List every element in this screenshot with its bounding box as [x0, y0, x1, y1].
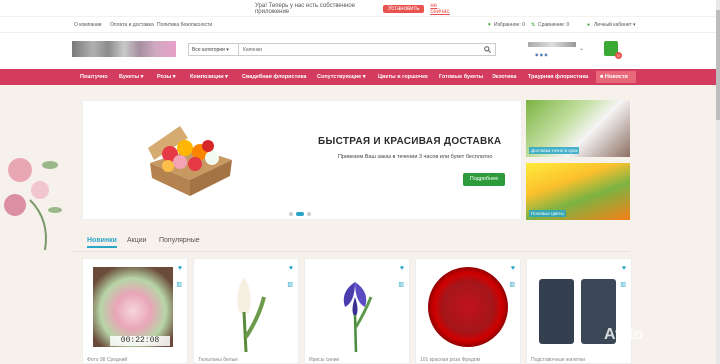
compare-icon[interactable]: ▥	[509, 281, 515, 288]
nav-item-wedding[interactable]: Свадебная флористика	[242, 74, 306, 80]
product-name[interactable]: 101 красная роза Фридом	[420, 357, 480, 363]
user-icon: ●	[587, 22, 591, 28]
compare-icon[interactable]: ▥	[287, 281, 293, 288]
countdown-timer: 00:22:08	[110, 336, 170, 346]
side-banner-label: Полевые цветы	[529, 210, 566, 217]
messenger-icons[interactable]: ◉ ◉ ◉	[535, 52, 548, 57]
product-name[interactable]: Тюльпаны белые	[198, 357, 238, 363]
heart-icon[interactable]: ♥	[511, 265, 515, 272]
nav-item-exotic[interactable]: Экзотика	[492, 74, 516, 80]
dismiss-link[interactable]: не сейчас	[430, 3, 455, 15]
nav-item-news[interactable]: ■ Новости	[596, 71, 636, 83]
news-label: Новости	[604, 74, 628, 80]
side-banner-label: Доставка точно в срок	[529, 147, 580, 154]
nav-item-single[interactable]: Поштучно	[80, 74, 108, 80]
side-banner-delivery[interactable]: Доставка точно в срок	[526, 100, 630, 157]
compare-icon[interactable]: ▥	[176, 281, 182, 288]
nav-item-related[interactable]: Сопутствующие ▾	[317, 74, 366, 80]
product-card[interactable]: ♥ ▥ Подставочные жилетки	[526, 258, 632, 364]
compare-icon[interactable]: ▥	[620, 281, 626, 288]
main-nav: Поштучно Букеты ▾ Розы ▾ Композиции ▾ Св…	[0, 69, 716, 85]
product-image	[237, 277, 266, 352]
search-input[interactable]: Капонки	[243, 47, 262, 53]
install-button[interactable]: Установить	[382, 5, 425, 13]
banner-message: Ура! Теперь у нас есть собственное прило…	[255, 3, 356, 15]
app-banner: Ура! Теперь у нас есть собственное прило…	[255, 3, 455, 15]
more-button[interactable]: Подробнее	[463, 173, 505, 186]
nav-item-potted[interactable]: Цветы в горшочке	[378, 74, 428, 80]
product-card[interactable]: ♥ ▥ Фото 98 Средний	[82, 258, 188, 364]
cart-count: 0	[615, 52, 622, 59]
link-about[interactable]: О компании	[74, 22, 102, 28]
slider-dot[interactable]	[307, 212, 311, 216]
watermark: Avito	[604, 326, 644, 343]
nav-item-ready[interactable]: Готовые букеты	[439, 74, 483, 80]
product-card[interactable]: ♥ ▥ Ирисы синие	[304, 258, 410, 364]
logo[interactable]	[72, 41, 176, 57]
nav-item-bouquets[interactable]: Букеты ▾	[119, 74, 143, 80]
slider-dot[interactable]	[289, 212, 293, 216]
product-image	[93, 267, 173, 347]
product-tabs: Новинки Акции Популярные	[72, 232, 630, 252]
heart-icon: ♥	[488, 22, 491, 28]
heart-icon[interactable]: ♥	[289, 265, 293, 272]
slide-title: БЫСТРАЯ И КРАСИВАЯ ДОСТАВКА	[318, 136, 502, 147]
product-name[interactable]: Фото 98 Средний	[87, 357, 127, 363]
product-image	[428, 267, 508, 347]
scrollbar-thumb[interactable]	[716, 10, 720, 120]
compare-link[interactable]: Сравнение: 0	[538, 22, 569, 28]
category-select[interactable]: Все категории ▾	[189, 44, 239, 55]
search-icon[interactable]	[484, 46, 491, 53]
slider-dot-active[interactable]	[296, 212, 304, 216]
top-bar: О компании Оплата и доставка Политика бе…	[0, 17, 716, 33]
tab-sales[interactable]: Акции	[127, 237, 147, 244]
favorites-link[interactable]: Избранное: 0	[494, 22, 525, 28]
side-banner-field[interactable]: Полевые цветы	[526, 163, 630, 220]
tab-new[interactable]: Новинки	[87, 237, 117, 248]
nav-item-compositions[interactable]: Композиции ▾	[190, 74, 228, 80]
nav-item-roses[interactable]: Розы ▾	[157, 74, 176, 80]
heart-icon[interactable]: ♥	[622, 265, 626, 272]
product-image	[343, 282, 373, 352]
slide-subtitle: Привезем Ваш заказ в течении 3 часов или…	[338, 154, 493, 160]
product-card[interactable]: ♥ ▥ 101 красная роза Фридом	[415, 258, 521, 364]
link-delivery[interactable]: Оплата и доставка	[110, 22, 154, 28]
chevron-down-icon[interactable]: ⌄	[579, 45, 584, 52]
search-bar: Все категории ▾ Капонки	[188, 43, 496, 56]
floral-decoration	[4, 158, 62, 251]
phone-number	[528, 42, 576, 47]
nav-item-funeral[interactable]: Траурная флористика	[528, 74, 588, 80]
flower-box-image	[148, 126, 232, 196]
compare-icon[interactable]: ▥	[398, 281, 404, 288]
product-card[interactable]: ♥ ▥ Тюльпаны белые	[193, 258, 299, 364]
category-label: Все категории	[192, 47, 225, 53]
product-image	[539, 279, 574, 344]
link-privacy[interactable]: Политика безопасности	[157, 22, 212, 28]
product-name[interactable]: Подставочные жилетки	[531, 357, 585, 363]
heart-icon[interactable]: ♥	[178, 265, 182, 272]
account-link[interactable]: Личный кабинет ▾	[594, 22, 636, 28]
compare-icon: ⇅	[531, 22, 536, 28]
tab-popular[interactable]: Популярные	[159, 237, 200, 244]
scrollbar[interactable]	[716, 0, 720, 364]
product-name[interactable]: Ирисы синие	[309, 357, 339, 363]
heart-icon[interactable]: ♥	[400, 265, 404, 272]
